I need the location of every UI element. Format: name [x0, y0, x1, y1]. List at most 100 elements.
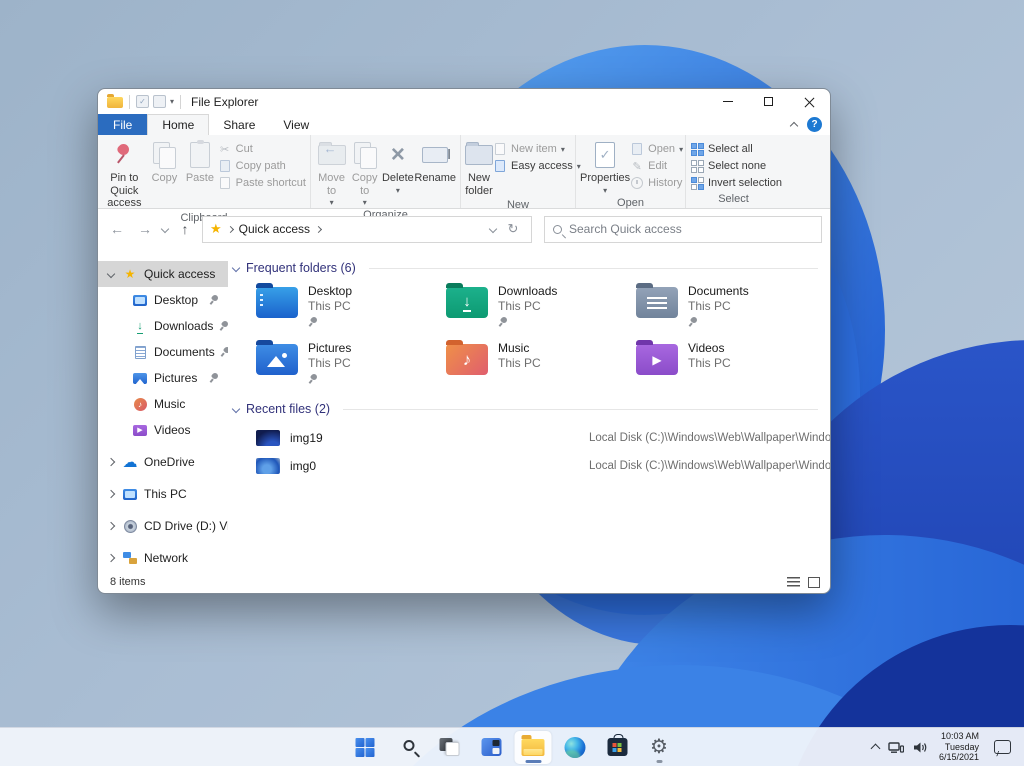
- paste-button[interactable]: Paste: [182, 138, 217, 185]
- file-explorer-button[interactable]: [514, 730, 552, 764]
- notifications-icon[interactable]: [994, 740, 1011, 754]
- chevron-right-icon[interactable]: [106, 457, 116, 467]
- copy-button[interactable]: Copy: [147, 138, 182, 185]
- forward-button[interactable]: [134, 221, 156, 237]
- recent-files-header[interactable]: Recent files (2): [231, 402, 818, 416]
- new-folder-button[interactable]: New folder: [465, 138, 493, 197]
- recent-file-row[interactable]: img19 Local Disk (C:)\Windows\Web\Wallpa…: [256, 424, 830, 452]
- sidebar-item-documents[interactable]: Documents: [98, 339, 228, 365]
- tab-home[interactable]: Home: [147, 114, 210, 135]
- select-none-button[interactable]: Select none: [690, 159, 782, 173]
- qat-new-folder-icon[interactable]: [153, 95, 166, 108]
- open-icon: [632, 143, 643, 155]
- qat-properties-icon[interactable]: [136, 95, 149, 108]
- tile-location: This PC: [498, 356, 541, 370]
- cd-drive-icon: [123, 519, 137, 533]
- network-icon[interactable]: [888, 741, 904, 754]
- sidebar-item-quick-access[interactable]: Quick access: [98, 261, 228, 287]
- settings-button[interactable]: [641, 731, 678, 764]
- folder-tile-downloads[interactable]: Downloads This PC: [446, 283, 636, 327]
- breadcrumb-chevron-icon[interactable]: [226, 225, 234, 233]
- rename-button[interactable]: Rename: [414, 138, 456, 185]
- tile-location: This PC: [688, 299, 731, 313]
- sidebar-item-this-pc[interactable]: This PC: [98, 481, 228, 507]
- history-button[interactable]: History: [630, 176, 683, 190]
- copy-path-button[interactable]: Copy path: [218, 159, 306, 173]
- details-view-icon[interactable]: [787, 576, 800, 588]
- clock[interactable]: 10:03 AM Tuesday 6/15/2021: [937, 731, 981, 763]
- sidebar-item-network[interactable]: Network: [98, 545, 228, 571]
- breadcrumb[interactable]: Quick access: [239, 222, 310, 236]
- qat-customize-caret-icon[interactable]: [170, 97, 174, 106]
- tab-share[interactable]: Share: [209, 114, 269, 135]
- delete-button[interactable]: Delete: [381, 138, 414, 195]
- select-all-button[interactable]: Select all: [690, 142, 782, 156]
- invert-selection-button[interactable]: Invert selection: [690, 176, 782, 190]
- frequent-folders-grid: Desktop This PC Downloads This PC: [256, 283, 818, 384]
- close-button[interactable]: [789, 89, 830, 114]
- copy-to-button[interactable]: Copy to: [348, 138, 381, 207]
- address-dropdown-icon[interactable]: [488, 224, 498, 234]
- chevron-right-icon[interactable]: [106, 521, 116, 531]
- back-button[interactable]: [106, 221, 128, 237]
- tile-name: Pictures: [308, 341, 352, 355]
- open-button[interactable]: Open: [630, 142, 683, 156]
- new-item-button[interactable]: New item: [493, 142, 581, 156]
- hidden-icons-chevron-icon[interactable]: [870, 743, 881, 754]
- maximize-button[interactable]: [748, 89, 789, 114]
- address-bar[interactable]: Quick access: [202, 215, 532, 243]
- folder-tile-documents[interactable]: Documents This PC: [636, 283, 826, 327]
- chevron-right-icon[interactable]: [106, 489, 116, 499]
- tab-file[interactable]: File: [98, 114, 148, 135]
- volume-icon[interactable]: [913, 741, 928, 754]
- folder-tile-videos[interactable]: Videos This PC: [636, 340, 826, 384]
- cut-button[interactable]: Cut: [218, 142, 306, 156]
- chevron-down-icon[interactable]: [106, 269, 116, 279]
- pin-to-quick-access-button[interactable]: Pin to Quick access: [102, 138, 147, 210]
- task-view-button[interactable]: [431, 731, 468, 764]
- paste-shortcut-button[interactable]: Paste shortcut: [218, 176, 306, 190]
- store-button[interactable]: [599, 731, 636, 764]
- properties-button[interactable]: Properties: [580, 138, 630, 195]
- edge-button[interactable]: [557, 731, 594, 764]
- widgets-button[interactable]: [473, 731, 510, 764]
- recent-file-row[interactable]: img0 Local Disk (C:)\Windows\Web\Wallpap…: [256, 452, 830, 480]
- edit-button[interactable]: Edit: [630, 159, 683, 173]
- sidebar-item-pictures[interactable]: Pictures: [98, 365, 228, 391]
- sidebar-item-downloads[interactable]: Downloads: [98, 313, 228, 339]
- start-button[interactable]: [347, 731, 384, 764]
- folder-tile-music[interactable]: Music This PC: [446, 340, 636, 384]
- minimize-button[interactable]: [707, 89, 748, 114]
- search-box[interactable]: [544, 215, 822, 243]
- chevron-right-icon[interactable]: [106, 553, 116, 563]
- collapse-ribbon-icon[interactable]: [789, 121, 799, 131]
- tab-view[interactable]: View: [269, 114, 323, 135]
- sidebar-item-desktop[interactable]: Desktop: [98, 287, 228, 313]
- paste-shortcut-icon: [219, 177, 230, 189]
- group-organize: Move to Copy to Delete Rename Organize: [311, 135, 461, 221]
- search-input[interactable]: [569, 222, 813, 236]
- help-icon[interactable]: [807, 117, 822, 132]
- folder-tile-desktop[interactable]: Desktop This PC: [256, 283, 446, 327]
- folder-tile-pictures[interactable]: Pictures This PC: [256, 340, 446, 384]
- sidebar-item-videos[interactable]: Videos: [98, 417, 228, 443]
- easy-access-button[interactable]: Easy access: [493, 159, 581, 173]
- refresh-icon[interactable]: [502, 221, 524, 237]
- file-path: Local Disk (C:)\Windows\Web\Wallpaper\Wi…: [589, 460, 830, 472]
- collapse-section-icon[interactable]: [231, 404, 241, 414]
- up-button[interactable]: [174, 221, 196, 237]
- collapse-section-icon[interactable]: [231, 263, 241, 273]
- move-to-button[interactable]: Move to: [315, 138, 348, 207]
- desktop-folder-icon: [256, 283, 298, 318]
- sidebar-item-cd-drive[interactable]: CD Drive (D:) Virtuall: [98, 513, 228, 539]
- item-count: 8 items: [110, 576, 146, 588]
- breadcrumb-chevron-icon[interactable]: [314, 225, 323, 233]
- sidebar-item-onedrive[interactable]: OneDrive: [98, 449, 228, 475]
- recent-locations-icon[interactable]: [160, 224, 170, 234]
- file-thumbnail: [256, 430, 280, 446]
- sidebar-item-music[interactable]: Music: [98, 391, 228, 417]
- large-icons-view-icon[interactable]: [808, 576, 820, 588]
- pictures-folder-icon: [256, 340, 298, 375]
- frequent-folders-header[interactable]: Frequent folders (6): [231, 261, 818, 275]
- search-button[interactable]: [389, 731, 426, 764]
